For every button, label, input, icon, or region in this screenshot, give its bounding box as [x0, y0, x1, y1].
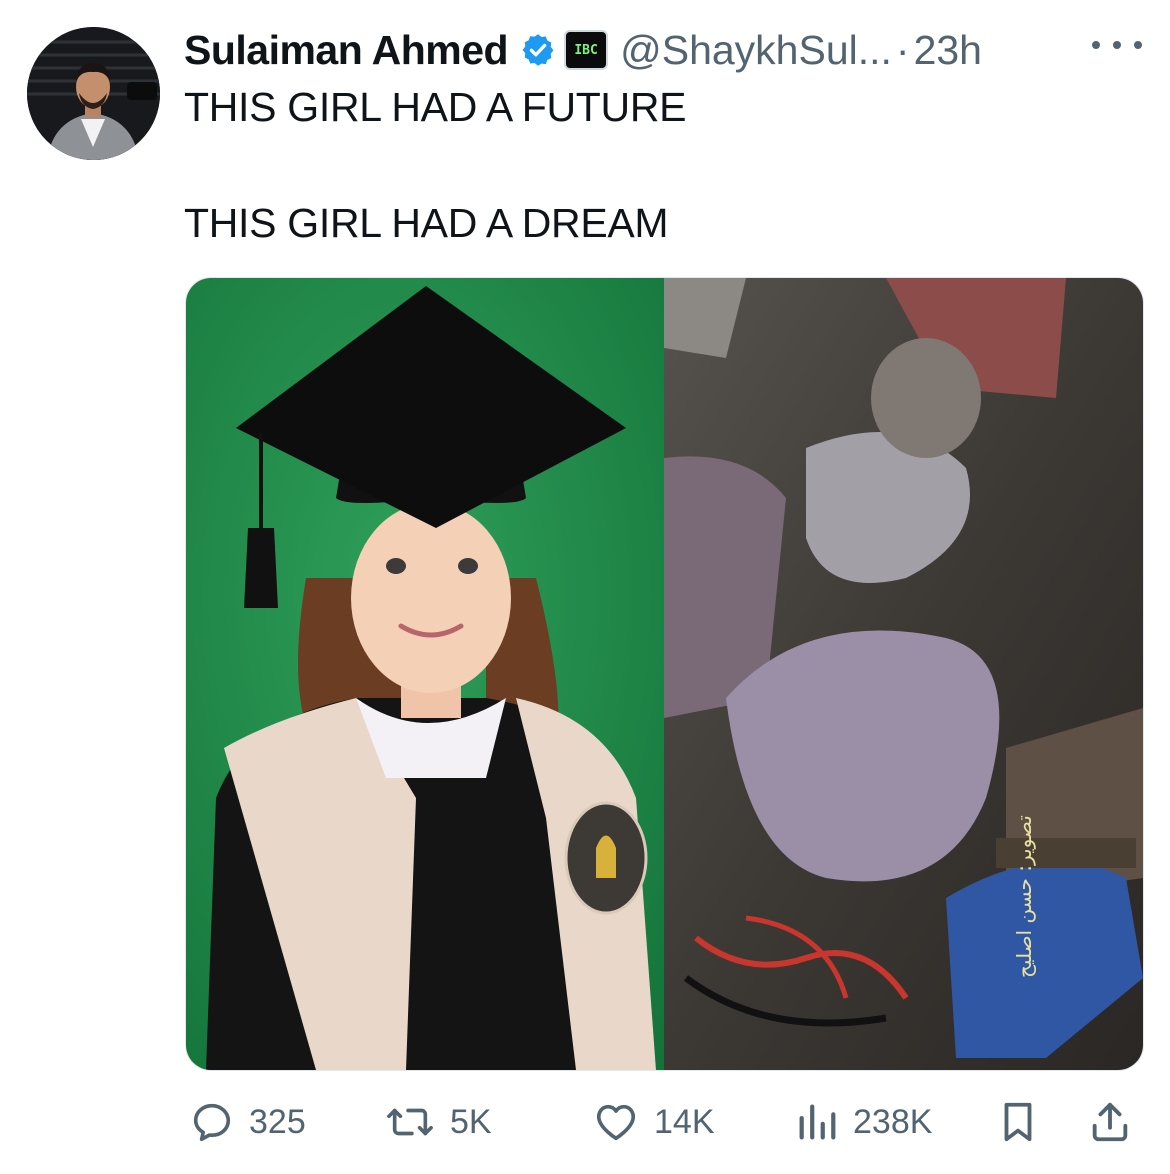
verified-check-icon[interactable]	[520, 32, 556, 68]
analytics-bars-icon	[795, 1099, 839, 1145]
retweet-icon	[384, 1099, 436, 1145]
tweet-media-image[interactable]: تصوير: حسن اصليح	[185, 277, 1144, 1071]
heart-icon	[592, 1099, 640, 1145]
affiliate-badge[interactable]: IBC	[564, 30, 609, 70]
like-count: 14K	[654, 1102, 715, 1141]
more-options-icon[interactable]	[1092, 30, 1142, 60]
share-upload-icon	[1087, 1099, 1133, 1145]
tweet-timestamp[interactable]: 23h	[914, 27, 982, 74]
reply-count: 325	[249, 1102, 306, 1141]
bookmark-button[interactable]	[998, 1094, 1038, 1150]
reply-button[interactable]: 325	[189, 1094, 306, 1150]
author-avatar[interactable]	[27, 27, 160, 160]
tweet-text-line-1: THIS GIRL HAD A FUTURE	[184, 84, 687, 130]
like-button[interactable]: 14K	[592, 1094, 715, 1150]
author-name[interactable]: Sulaiman Ahmed	[184, 27, 509, 74]
separator-dot: ·	[895, 26, 910, 73]
author-handle[interactable]: @ShaykhSul...	[620, 27, 892, 74]
retweet-button[interactable]: 5K	[384, 1094, 492, 1150]
view-count: 238K	[853, 1102, 933, 1141]
affiliate-badge-text: IBC	[574, 42, 598, 58]
tweet-text-line-2: THIS GIRL HAD A DREAM	[184, 200, 669, 246]
reply-icon	[189, 1099, 235, 1145]
image-watermark: تصوير: حسن اصليح	[1012, 815, 1036, 978]
retweet-count: 5K	[450, 1102, 492, 1141]
views-button[interactable]: 238K	[795, 1094, 932, 1150]
tweet-header: Sulaiman Ahmed IBC @ShaykhSul... · 23h	[184, 22, 1144, 78]
bookmark-icon	[998, 1099, 1038, 1145]
share-button[interactable]	[1087, 1094, 1133, 1150]
tweet-action-bar: 325 5K 14K 238K	[0, 1094, 1170, 1150]
